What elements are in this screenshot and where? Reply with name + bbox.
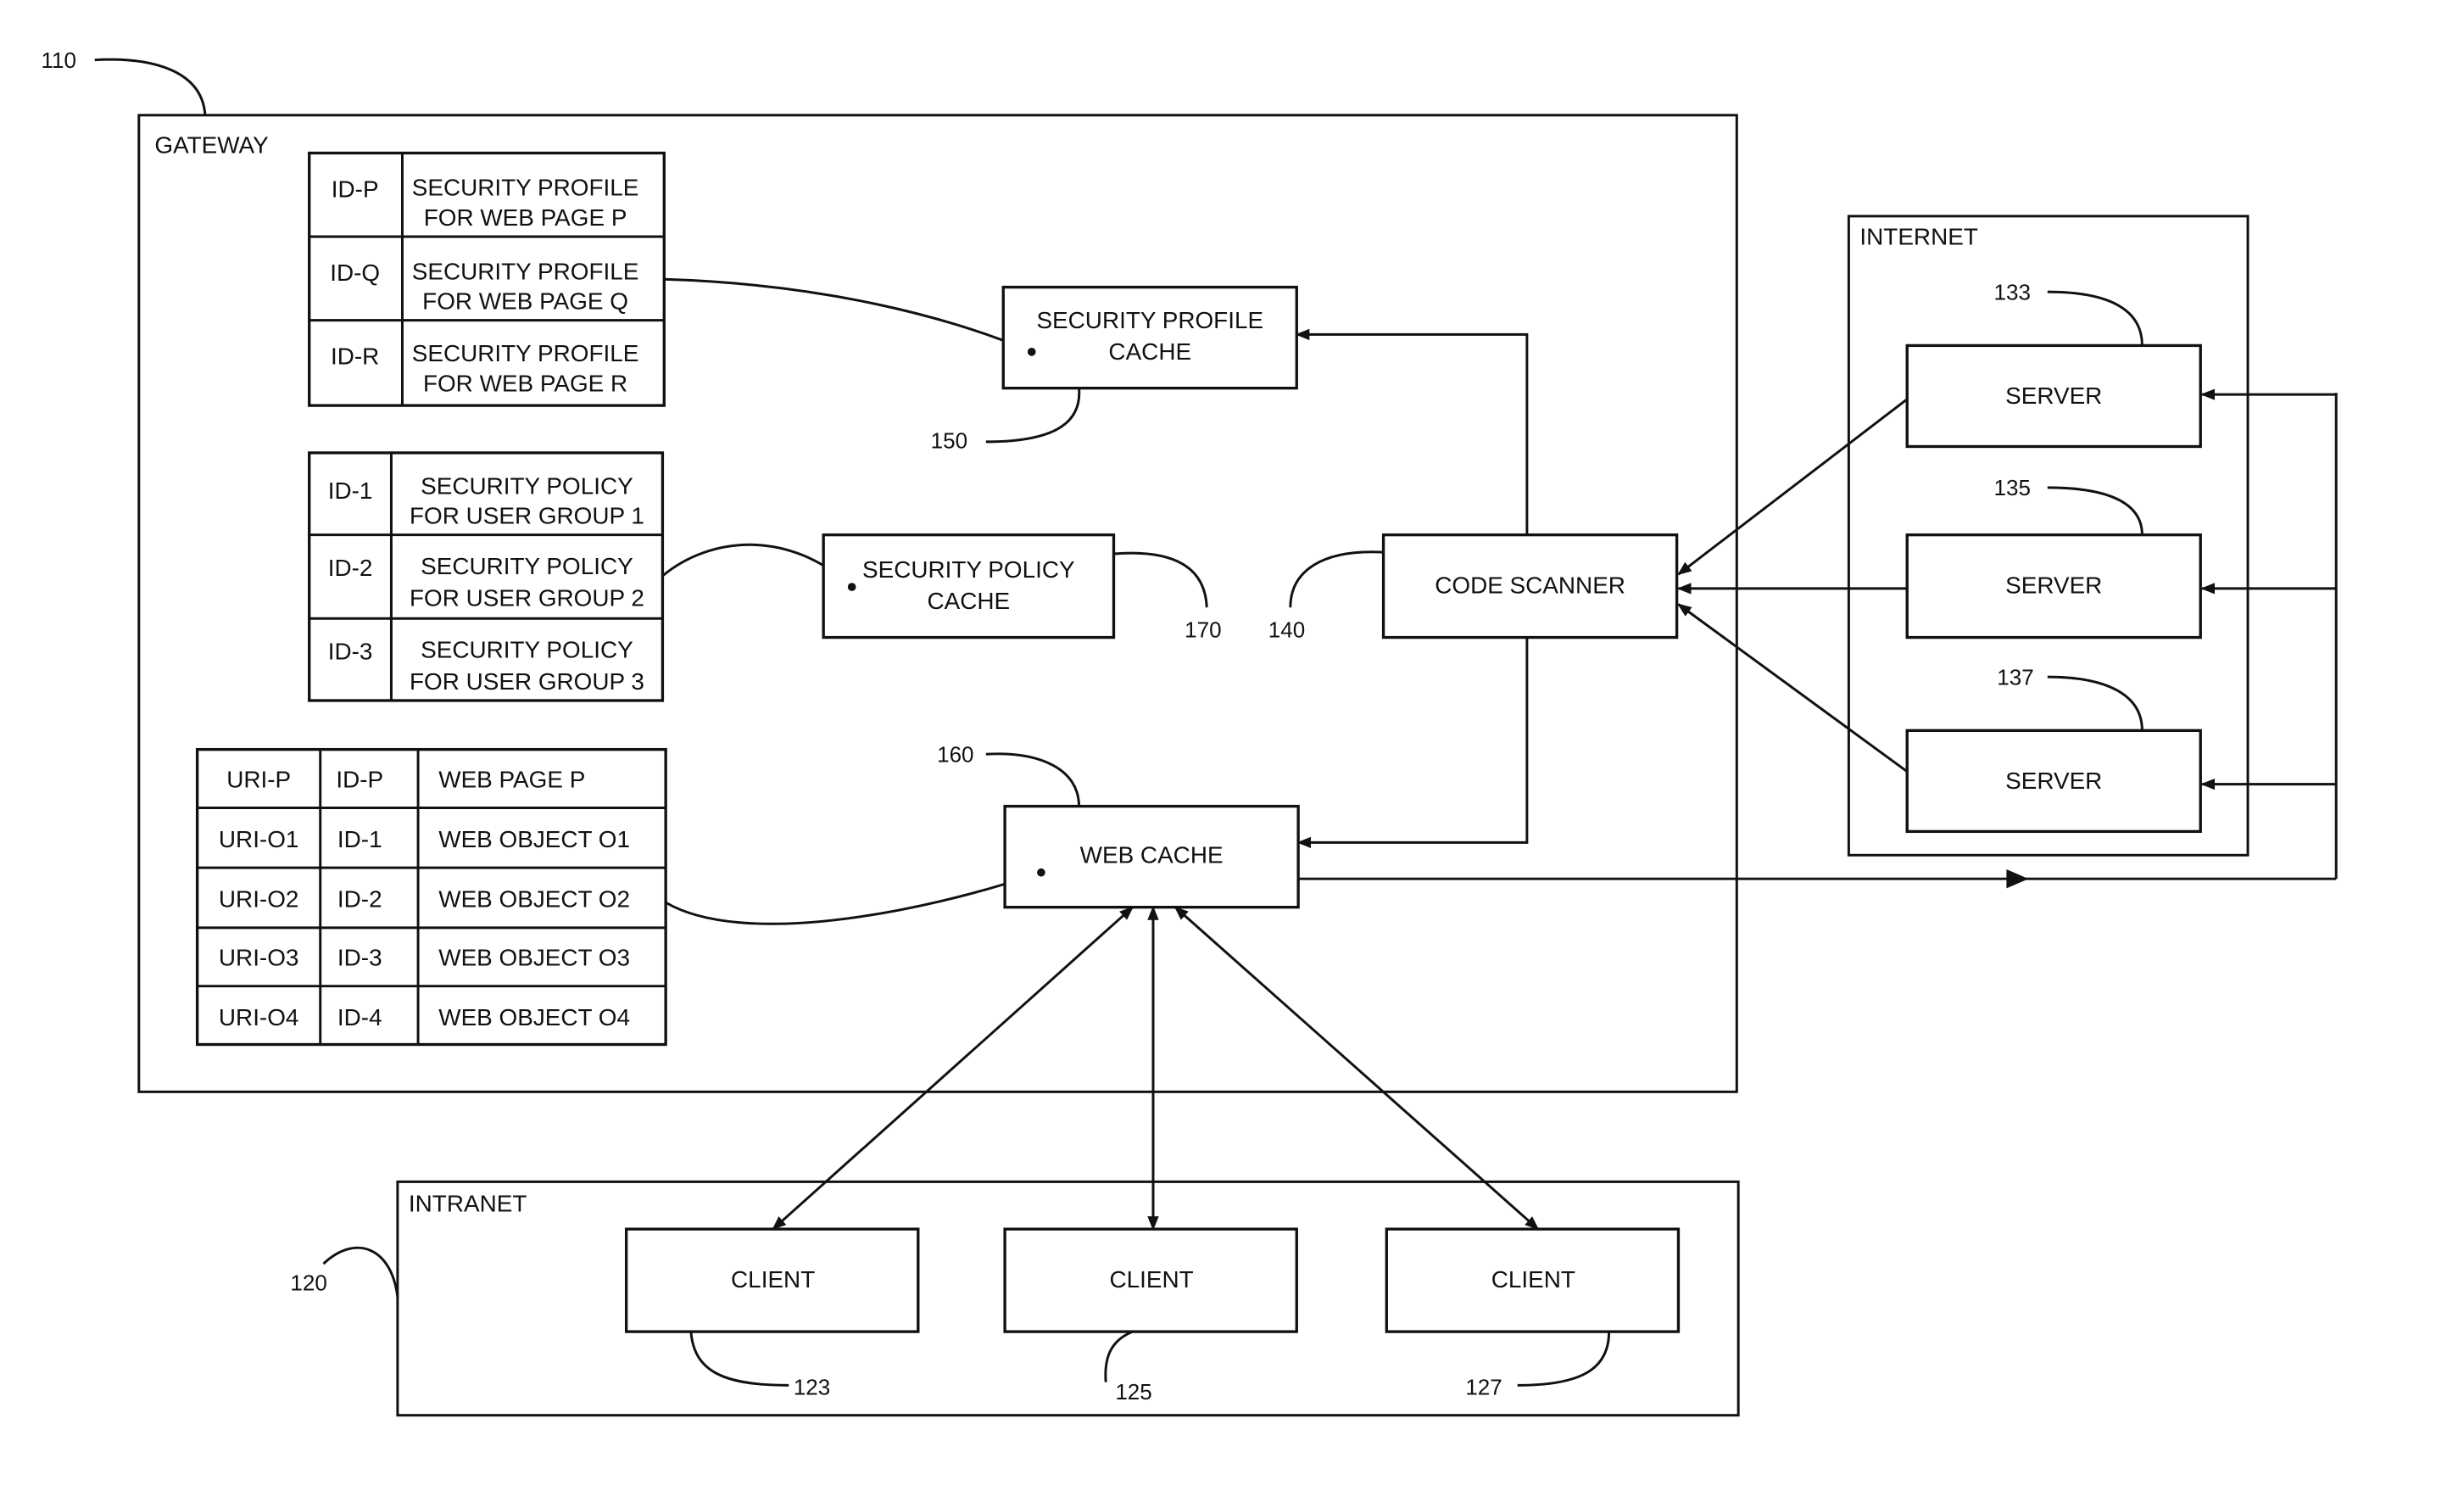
client-ref: 123 (794, 1375, 830, 1400)
client: CLIENT 127 (1385, 1227, 1681, 1400)
security-policy-cache-line1: SECURITY POLICY (862, 556, 1075, 583)
profile-id: ID-Q (330, 260, 380, 286)
client-label: CLIENT (1491, 1266, 1575, 1293)
connector-dot (1037, 868, 1045, 877)
server-label: SERVER (2005, 383, 2102, 409)
policy-line1: SECURITY POLICY (421, 553, 633, 579)
web-uri: URI-O4 (219, 1004, 299, 1030)
policy-id: ID-3 (328, 639, 373, 665)
connector-dot (1027, 348, 1036, 356)
security-profile-table: ID-P SECURITY PROFILE FOR WEB PAGE P ID-… (308, 151, 666, 407)
web-object: WEB OBJECT O2 (438, 886, 630, 913)
scanner-to-profile-cache-arrow (1295, 328, 1529, 535)
ref-leader (689, 1331, 789, 1387)
policy-line1: SECURITY POLICY (421, 472, 633, 499)
intranet-label: INTRANET (409, 1191, 527, 1217)
web-table-to-cache-connector (665, 871, 1042, 925)
client-label: CLIENT (731, 1266, 815, 1293)
profile-line1: SECURITY PROFILE (412, 340, 639, 366)
client-ref: 125 (1115, 1379, 1151, 1404)
gateway-ref-number: 110 (41, 47, 76, 73)
web-uri: URI-O3 (219, 945, 299, 971)
security-policy-table: ID-1 SECURITY POLICY FOR USER GROUP 1 ID… (308, 451, 665, 702)
web-object: WEB PAGE P (438, 766, 585, 792)
web-object: WEB OBJECT O1 (438, 826, 630, 852)
web-id: ID-3 (337, 945, 382, 971)
profile-line1: SECURITY PROFILE (412, 175, 639, 201)
web-object: WEB OBJECT O4 (438, 1004, 630, 1030)
policy-line2: FOR USER GROUP 3 (410, 668, 644, 695)
ref-leader (985, 752, 1081, 807)
web-id: ID-P (336, 766, 383, 792)
ref-leader (1517, 1332, 1611, 1387)
security-profile-cache-ref: 150 (931, 427, 967, 453)
server: SERVER 133 (1905, 279, 2202, 449)
code-scanner-label: CODE SCANNER (1435, 572, 1625, 598)
profile-id: ID-P (332, 176, 379, 203)
web-cache-label: WEB CACHE (1080, 842, 1224, 868)
gateway-ref-leader (94, 58, 207, 115)
client-label: CLIENT (1110, 1266, 1194, 1293)
web-object: WEB OBJECT O3 (438, 945, 630, 971)
server-ref: 135 (1994, 475, 2031, 500)
profile-line2: FOR WEB PAGE R (423, 370, 627, 396)
web-cache-ref: 160 (937, 742, 973, 768)
client: CLIENT 123 (624, 1227, 920, 1400)
server-ref: 137 (1997, 664, 2033, 690)
web-id: ID-1 (337, 826, 382, 852)
policy-line2: FOR USER GROUP 1 (410, 503, 644, 529)
gateway: 110 GATEWAY ID-P SECURITY PROFILE FOR WE… (41, 47, 1738, 1093)
server-label: SERVER (2005, 768, 2102, 794)
security-policy-cache-box (822, 533, 1116, 639)
ref-leader (1104, 1330, 1134, 1382)
code-scanner-ref: 140 (1268, 617, 1305, 643)
client: CLIENT 125 (1003, 1227, 1298, 1404)
web-id: ID-4 (337, 1004, 382, 1030)
security-profile-cache-box (1001, 285, 1298, 390)
web-object-table: URI-P ID-P WEB PAGE P URI-O1 ID-1 WEB OB… (195, 747, 667, 1047)
policy-line2: FOR USER GROUP 2 (410, 584, 644, 611)
web-uri: URI-O2 (219, 886, 299, 913)
ref-leader (2047, 290, 2143, 346)
ref-leader (2047, 486, 2143, 535)
security-profile-cache: SECURITY PROFILE CACHE 150 (931, 285, 1298, 453)
ref-leader (322, 1246, 399, 1298)
policy-id: ID-1 (328, 477, 373, 504)
policy-id: ID-2 (328, 555, 373, 581)
security-policy-cache-ref: 170 (1185, 617, 1221, 643)
scanner-to-web-cache-arrow (1296, 637, 1529, 849)
internet-label: INTERNET (1859, 223, 1977, 249)
gateway-label: GATEWAY (154, 131, 268, 158)
server-label: SERVER (2005, 572, 2102, 598)
server-to-scanner-arrow (1677, 398, 1909, 576)
server-to-scanner-arrow (1677, 603, 1909, 773)
security-profile-cache-line1: SECURITY PROFILE (1036, 307, 1263, 333)
client-ref: 127 (1465, 1375, 1502, 1400)
server-ref: 133 (1994, 279, 2031, 304)
web-id: ID-2 (337, 886, 382, 913)
web-cache: WEB CACHE 160 (937, 742, 1300, 909)
server: SERVER 137 (1905, 664, 2202, 834)
server: SERVER 135 (1905, 475, 2202, 639)
ref-leader (1289, 550, 1384, 608)
ref-leader (1113, 551, 1208, 608)
connector-dot (847, 583, 856, 591)
intranet-ref: 120 (290, 1270, 326, 1296)
web-uri: URI-P (226, 766, 291, 792)
ref-leader (2047, 675, 2143, 731)
security-profile-cache-line2: CACHE (1108, 338, 1191, 365)
request-arrowhead-icon (2006, 869, 2029, 889)
security-policy-cache: SECURITY POLICY CACHE 170 (822, 533, 1222, 643)
profile-line1: SECURITY PROFILE (412, 258, 639, 284)
profile-to-cache-connector (664, 277, 1033, 354)
profile-id: ID-R (331, 343, 379, 370)
profile-line2: FOR WEB PAGE Q (422, 288, 628, 315)
web-uri: URI-O1 (219, 826, 299, 852)
ref-leader (985, 388, 1081, 444)
profile-line2: FOR WEB PAGE P (424, 204, 627, 231)
security-policy-cache-line2: CACHE (928, 588, 1011, 614)
policy-line1: SECURITY POLICY (421, 637, 633, 663)
code-scanner: CODE SCANNER 140 (1268, 533, 1679, 643)
patent-diagram: 110 GATEWAY ID-P SECURITY PROFILE FOR WE… (41, 47, 2338, 1417)
